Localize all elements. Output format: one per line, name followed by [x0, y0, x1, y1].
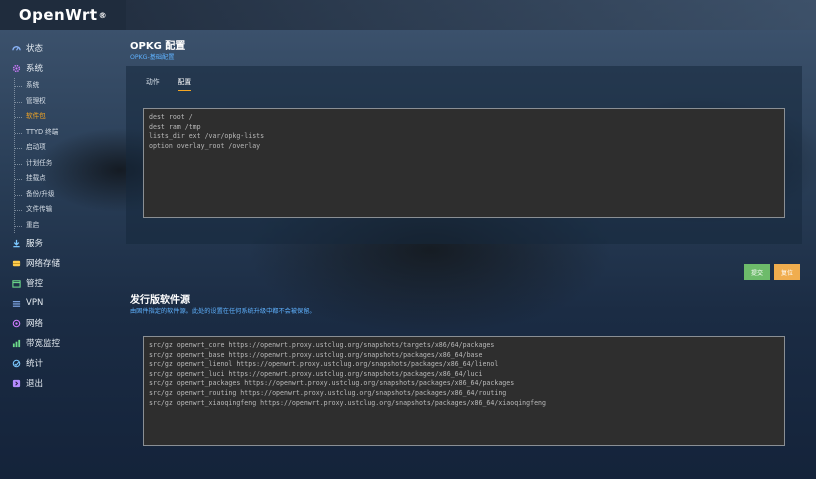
page-title: OPKG 配置	[130, 41, 186, 52]
nav-label: 系统	[26, 64, 44, 74]
dashboard-icon	[11, 43, 21, 53]
nav-network[interactable]: 网络	[0, 313, 126, 333]
gear-icon	[11, 63, 21, 73]
section-title: 发行版软件源	[130, 295, 190, 306]
nav-logout[interactable]: 退出	[0, 373, 126, 393]
download-icon	[11, 238, 21, 248]
tab-bar: 动作 配置	[146, 76, 192, 91]
sidebar: 状态 系统 系统 管理权 软件包 TTYD 终端 启动项 计划任务 挂载点 备份…	[0, 38, 126, 393]
opkg-config-textarea[interactable]: dest root / dest ram /tmp lists_dir ext …	[143, 108, 785, 218]
sidebar-item-backup[interactable]: 备份/升级	[15, 187, 126, 203]
section-description: 由固件指定的软件源。此处的设置在任何系统升级中都不会被保留。	[130, 308, 316, 315]
reset-button[interactable]: 复位	[774, 264, 800, 280]
logo[interactable]: OpenWrt ®	[0, 0, 126, 30]
nav-label: 状态	[26, 44, 44, 54]
page-subtitle: OPKG-基础配置	[130, 54, 175, 61]
submit-button[interactable]: 提交	[744, 264, 770, 280]
network-icon	[11, 318, 21, 328]
nav-bandwidth[interactable]: 带宽监控	[0, 333, 126, 353]
logout-icon	[11, 378, 21, 388]
nav-control[interactable]: 管控	[0, 273, 126, 293]
nav-vpn[interactable]: VPN	[0, 293, 126, 313]
nav-label: 网络	[26, 319, 44, 329]
nav-status[interactable]: 状态	[0, 38, 126, 58]
nav-system[interactable]: 系统	[0, 58, 126, 78]
sidebar-item-admin[interactable]: 管理权	[15, 94, 126, 110]
stats-icon	[11, 358, 21, 368]
nav-label: 统计	[26, 359, 44, 369]
sidebar-item-reboot[interactable]: 重启	[15, 218, 126, 234]
tab-actions[interactable]: 动作	[146, 76, 160, 91]
sidebar-item-filetransfer[interactable]: 文件传输	[15, 202, 126, 218]
distfeeds-textarea[interactable]: src/gz openwrt_core https://openwrt.prox…	[143, 336, 785, 446]
calendar-icon	[11, 278, 21, 288]
nav-services[interactable]: 服务	[0, 233, 126, 253]
sidebar-item-mounts[interactable]: 挂载点	[15, 171, 126, 187]
nav-storage[interactable]: 网络存储	[0, 253, 126, 273]
sidebar-item-system[interactable]: 系统	[15, 78, 126, 94]
nav-label: 退出	[26, 379, 44, 389]
nav-label: VPN	[26, 298, 44, 308]
nav-label: 带宽监控	[26, 339, 61, 349]
registered-mark: ®	[98, 10, 108, 20]
main-content: OPKG 配置 OPKG-基础配置 动作 配置 dest root / dest…	[126, 30, 816, 479]
sidebar-item-software[interactable]: 软件包	[15, 109, 126, 125]
chart-icon	[11, 338, 21, 348]
system-submenu: 系统 管理权 软件包 TTYD 终端 启动项 计划任务 挂载点 备份/升级 文件…	[14, 78, 126, 233]
nav-label: 管控	[26, 279, 44, 289]
nav-label: 服务	[26, 239, 44, 249]
sidebar-item-crontab[interactable]: 计划任务	[15, 156, 126, 172]
nav-label: 网络存储	[26, 259, 61, 269]
sidebar-item-ttyd[interactable]: TTYD 终端	[15, 125, 126, 141]
storage-icon	[11, 258, 21, 268]
logo-text: OpenWrt	[18, 6, 98, 24]
tab-config[interactable]: 配置	[177, 76, 192, 91]
vpn-icon	[11, 298, 21, 308]
nav-stats[interactable]: 统计	[0, 353, 126, 373]
sidebar-item-startup[interactable]: 启动项	[15, 140, 126, 156]
